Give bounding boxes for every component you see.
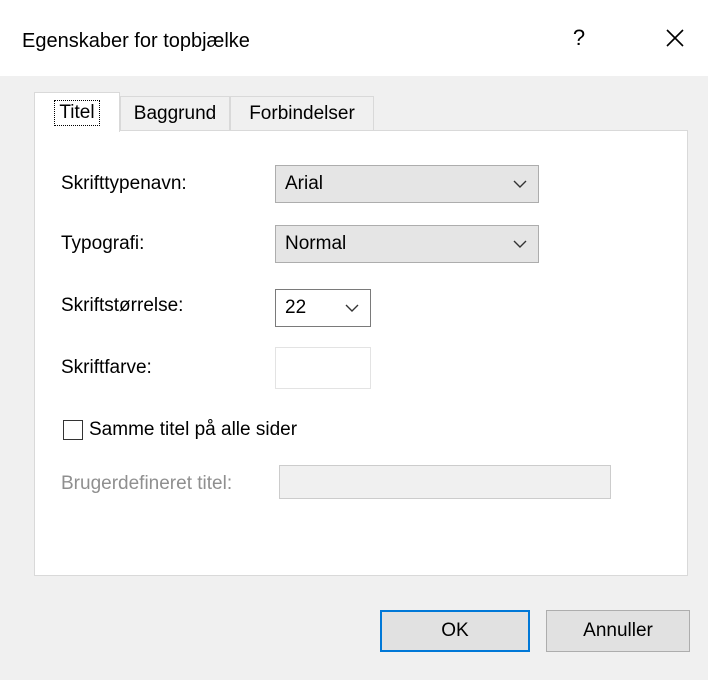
help-icon: ? <box>572 25 586 50</box>
font-name-label: Skrifttypenavn: <box>61 173 187 194</box>
title-bar: Egenskaber for topbjælke ? <box>0 0 708 76</box>
ok-button[interactable]: OK <box>380 610 530 652</box>
close-button[interactable] <box>648 12 702 64</box>
tab-titel[interactable]: Titel <box>34 92 120 132</box>
same-title-checkbox[interactable] <box>63 420 83 440</box>
tab-titel-label: Titel <box>54 99 100 126</box>
tab-forbindelser-label: Forbindelser <box>249 102 355 124</box>
font-color-label: Skriftfarve: <box>61 357 152 378</box>
chevron-down-icon <box>513 240 527 248</box>
close-icon <box>666 29 684 47</box>
font-name-value: Arial <box>285 173 324 194</box>
cancel-button-label: Annuller <box>583 620 653 641</box>
style-label: Typografi: <box>61 233 145 254</box>
style-dropdown[interactable]: Normal <box>275 225 539 263</box>
font-size-label: Skriftstørrelse: <box>61 295 184 316</box>
tab-baggrund[interactable]: Baggrund <box>120 96 230 130</box>
chevron-down-icon <box>345 304 359 312</box>
tab-forbindelser[interactable]: Forbindelser <box>230 96 374 130</box>
style-value: Normal <box>285 233 347 254</box>
custom-title-label: Brugerdefineret titel: <box>61 473 233 494</box>
tab-baggrund-label: Baggrund <box>133 102 217 124</box>
help-button[interactable]: ? <box>556 12 602 64</box>
same-title-label: Samme titel på alle sider <box>89 419 298 440</box>
cancel-button[interactable]: Annuller <box>546 610 690 652</box>
font-size-value: 22 <box>285 297 307 318</box>
font-size-dropdown[interactable]: 22 <box>275 289 371 327</box>
window-title: Egenskaber for topbjælke <box>22 30 250 52</box>
ok-button-label: OK <box>441 620 469 641</box>
chevron-down-icon <box>513 180 527 188</box>
font-name-dropdown[interactable]: Arial <box>275 165 539 203</box>
custom-title-input[interactable] <box>279 465 611 499</box>
tab-panel-titel: Skrifttypenavn: Arial Typografi: Normal … <box>34 130 688 576</box>
font-color-swatch[interactable] <box>275 347 371 389</box>
properties-dialog: Egenskaber for topbjælke ? Titel Baggrun… <box>0 0 708 680</box>
